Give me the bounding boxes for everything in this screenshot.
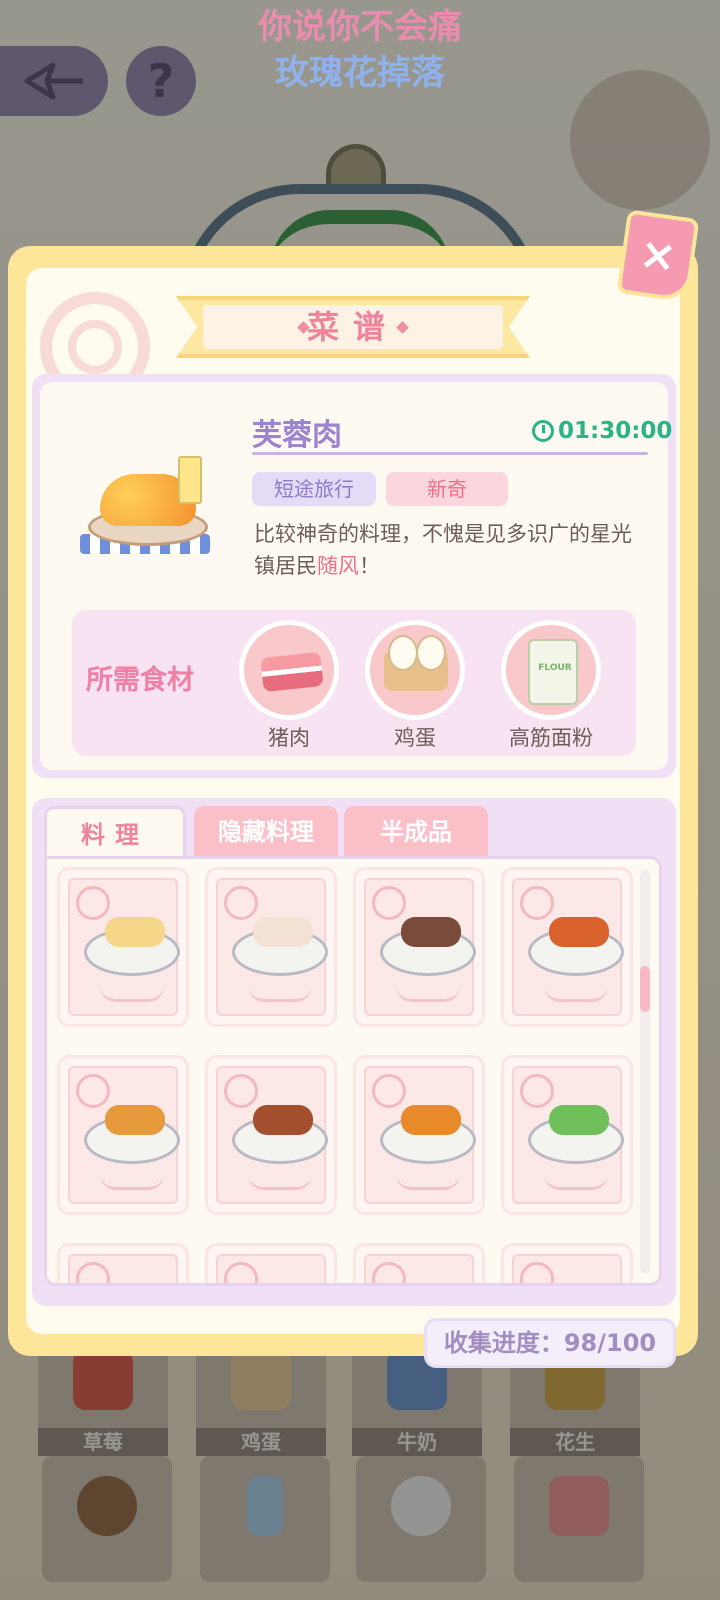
recipe-card-frame xyxy=(216,878,328,1016)
meat-platter-icon xyxy=(232,1105,328,1164)
tab-hidden-dishes[interactable]: 隐藏料理 xyxy=(194,806,338,858)
ingredients-section: 所需食材 猪肉 鸡蛋 FLOUR 高筋面粉 xyxy=(72,610,636,756)
recipe-card-frame xyxy=(68,1066,180,1204)
fried-chicken-icon xyxy=(380,1105,476,1164)
recipe-card-frame xyxy=(216,1254,326,1283)
ingredient-circle xyxy=(239,620,339,720)
tag-novel: 新奇 xyxy=(386,472,508,506)
recipe-card[interactable] xyxy=(501,867,633,1027)
flour-bag-text: FLOUR xyxy=(538,663,572,673)
recipe-card[interactable] xyxy=(353,867,485,1027)
desc-highlight: 随风 xyxy=(317,554,359,578)
collection-progress: 收集进度：98/100 xyxy=(424,1318,676,1368)
fork-spoon-icon xyxy=(76,1074,110,1108)
ingredient-circle: FLOUR xyxy=(501,620,601,720)
wreath-icon xyxy=(248,986,312,1002)
dish-illustration xyxy=(78,438,218,558)
flour-bag-icon: FLOUR xyxy=(528,639,578,705)
fried-fish-icon xyxy=(84,1105,180,1164)
desc-text: 比较神奇的料理，不愧是见多识广的星光镇居民 xyxy=(254,522,632,578)
kebab-icon xyxy=(380,917,476,976)
recipe-card[interactable] xyxy=(57,867,189,1027)
ingredient-circle xyxy=(365,620,465,720)
dish-name: 芙蓉肉 xyxy=(252,418,342,453)
wreath-icon xyxy=(100,1174,164,1190)
ingredient-item[interactable]: FLOUR 高筋面粉 xyxy=(486,620,616,752)
scrollbar-track[interactable] xyxy=(640,870,650,1274)
cook-timer: 01:30:00 xyxy=(532,418,672,444)
tab-dishes[interactable]: 料理 xyxy=(44,806,186,858)
recipe-card-frame xyxy=(512,1066,624,1204)
ingredient-label: 猪肉 xyxy=(268,726,310,750)
recipe-card-frame xyxy=(364,878,476,1016)
divider xyxy=(252,452,648,455)
fork-spoon-icon xyxy=(76,886,110,920)
fork-spoon-icon xyxy=(76,1262,110,1283)
toast-icon xyxy=(84,917,180,976)
recipe-card[interactable] xyxy=(501,1243,633,1283)
progress-value: 98/100 xyxy=(563,1329,657,1357)
fork-spoon-icon xyxy=(520,1074,554,1108)
ingredients-title: 所需食材 xyxy=(86,665,194,696)
emblem-inner xyxy=(68,320,122,374)
recipe-detail-card: 芙蓉肉 01:30:00 短途旅行 新奇 比较神奇的料理，不愧是见多识广的星光镇… xyxy=(32,374,676,778)
cook-time: 01:30:00 xyxy=(558,418,673,444)
desc-suffix: ！ xyxy=(359,554,380,578)
scrollbar-thumb[interactable] xyxy=(640,966,650,1012)
wreath-icon xyxy=(100,986,164,1002)
recipe-card-frame xyxy=(364,1254,474,1283)
recipe-card[interactable] xyxy=(57,1243,189,1283)
recipe-detail-inner: 芙蓉肉 01:30:00 短途旅行 新奇 比较神奇的料理，不愧是见多识广的星光镇… xyxy=(40,382,672,770)
recipe-card[interactable] xyxy=(205,1055,337,1215)
recipe-card[interactable] xyxy=(57,1055,189,1215)
close-icon: × xyxy=(636,227,680,284)
tag-trip: 短途旅行 xyxy=(252,472,376,506)
recipe-card-frame xyxy=(216,1066,328,1204)
lyric-line: 你说你不会痛 xyxy=(258,7,462,47)
fork-spoon-icon xyxy=(372,1262,406,1283)
clock-icon xyxy=(532,420,554,442)
lyrics-overlay: 你说你不会痛 玫瑰花掉落 xyxy=(0,4,720,96)
fork-spoon-icon xyxy=(224,1074,258,1108)
steamed-bun-icon xyxy=(232,917,328,976)
ingredient-label: 鸡蛋 xyxy=(394,726,436,750)
recipe-card-frame xyxy=(68,878,180,1016)
fork-spoon-icon xyxy=(372,1074,406,1108)
tab-semi-finished[interactable]: 半成品 xyxy=(344,806,488,858)
veggie-skewer-icon xyxy=(528,1105,624,1164)
fork-spoon-icon xyxy=(224,886,258,920)
recipe-card[interactable] xyxy=(353,1055,485,1215)
fork-spoon-icon xyxy=(372,886,406,920)
recipe-card[interactable] xyxy=(501,1055,633,1215)
fork-spoon-icon xyxy=(224,1262,258,1283)
glazed-tofu-icon xyxy=(528,917,624,976)
ingredient-item[interactable]: 鸡蛋 xyxy=(360,620,470,752)
wreath-icon xyxy=(396,1174,460,1190)
pork-icon xyxy=(260,651,324,693)
recipe-card[interactable] xyxy=(353,1243,485,1283)
ingredient-label: 高筋面粉 xyxy=(509,726,593,750)
recipe-card[interactable] xyxy=(205,1243,337,1283)
wreath-icon xyxy=(544,1174,608,1190)
fork-spoon-icon xyxy=(520,1262,554,1283)
recipe-card-frame xyxy=(512,878,624,1016)
recipe-card-frame xyxy=(68,1254,178,1283)
lyric-line: 玫瑰花掉落 xyxy=(275,53,445,93)
fork-spoon-icon xyxy=(520,886,554,920)
panel-title: 菜谱 xyxy=(306,308,399,346)
recipe-card-frame xyxy=(512,1254,622,1283)
wreath-icon xyxy=(396,986,460,1002)
ingredient-item[interactable]: 猪肉 xyxy=(234,620,344,752)
progress-label: 收集进度： xyxy=(443,1329,564,1357)
wreath-icon xyxy=(544,986,608,1002)
eggs-icon xyxy=(384,635,448,691)
recipe-card[interactable] xyxy=(205,867,337,1027)
recipe-grid xyxy=(44,856,662,1286)
dish-description: 比较神奇的料理，不愧是见多识广的星光镇居民随风！ xyxy=(254,518,644,582)
recipe-card-frame xyxy=(364,1066,476,1204)
wreath-icon xyxy=(248,1174,312,1190)
juice-glass-icon xyxy=(178,456,202,504)
